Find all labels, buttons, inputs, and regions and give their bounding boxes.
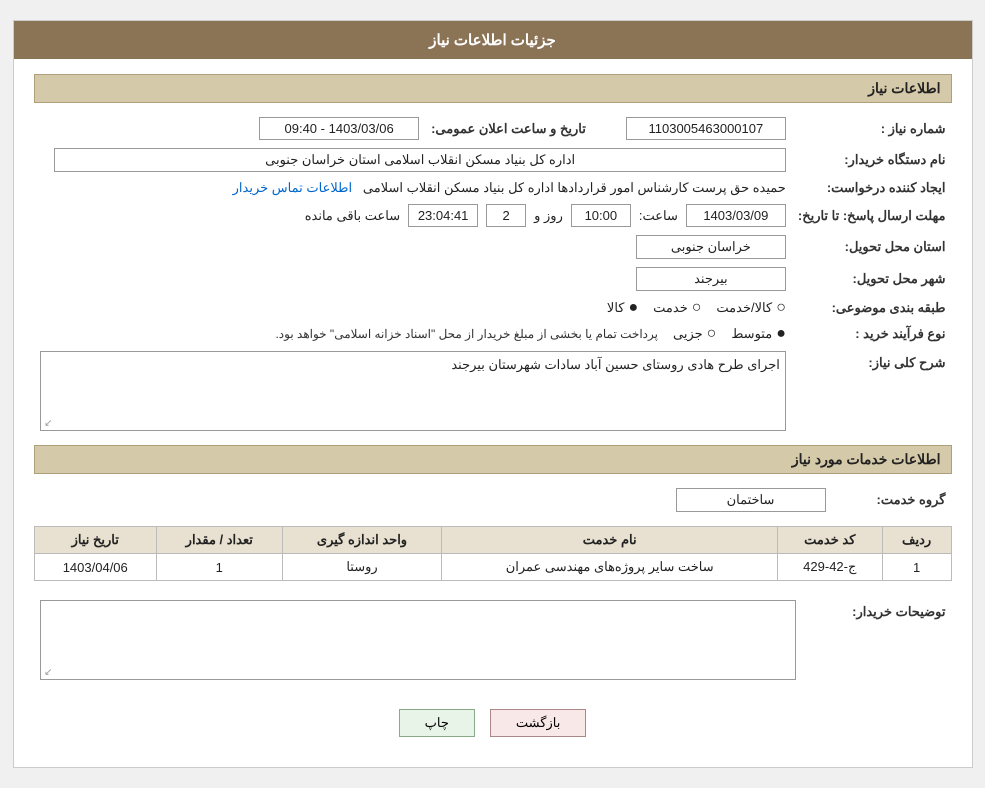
- purchase-type-label: نوع فرآیند خرید :: [792, 321, 952, 347]
- deadline-time-label: ساعت:: [639, 208, 678, 224]
- deadline-day: 2: [486, 204, 526, 227]
- deadline-time: 10:00: [571, 204, 631, 227]
- description-value: اجرای طرح هادی روستای حسین آباد سادات شه…: [451, 357, 780, 372]
- city-value: بیرجند: [636, 267, 786, 291]
- resize-handle-2: ↙: [43, 667, 53, 677]
- purchase-option-jozi[interactable]: ○ جزیی: [673, 325, 716, 343]
- deadline-date: 1403/03/09: [686, 204, 786, 227]
- col-header-name: نام خدمت: [442, 527, 777, 554]
- purchase-note: پرداخت تمام یا بخشی از مبلغ خریدار از مح…: [275, 327, 658, 341]
- creator-label: ایجاد کننده درخواست:: [792, 176, 952, 200]
- province-value: خراسان جنوبی: [636, 235, 786, 259]
- deadline-day-label: روز و: [534, 208, 563, 224]
- purchase-type-radio-group: ● متوسط ○ جزیی پرداخت تمام یا بخشی از مب…: [40, 325, 786, 343]
- print-button[interactable]: چاپ: [399, 709, 475, 737]
- col-header-row: ردیف: [882, 527, 951, 554]
- cell-date-0: 1403/04/06: [34, 554, 156, 581]
- category-radio-group: ○ کالا/خدمت ○ خدمت ● کالا: [40, 299, 786, 317]
- announce-value: 1403/03/06 - 09:40: [259, 117, 419, 140]
- back-button[interactable]: بازگشت: [490, 709, 586, 737]
- services-table: ردیف کد خدمت نام خدمت واحد اندازه گیری ت…: [34, 526, 952, 581]
- cell-name-0: ساخت سایر پروژه‌های مهندسی عمران: [442, 554, 777, 581]
- service-group-label: گروه خدمت:: [832, 484, 952, 516]
- cell-quantity-0: 1: [156, 554, 282, 581]
- description-label: شرح کلی نیاز:: [792, 347, 952, 435]
- page-title: جزئیات اطلاعات نیاز: [14, 21, 972, 59]
- col-header-quantity: تعداد / مقدار: [156, 527, 282, 554]
- purchase-option-motavaset[interactable]: ● متوسط: [731, 325, 786, 343]
- announce-label: تاریخ و ساعت اعلان عمومی:: [425, 113, 592, 144]
- button-row: بازگشت چاپ: [34, 694, 952, 752]
- buyer-desc-label: توضیحات خریدار:: [802, 596, 952, 684]
- cell-unit-0: روستا: [282, 554, 442, 581]
- description-box: اجرای طرح هادی روستای حسین آباد سادات شه…: [40, 351, 786, 431]
- category-option-kala[interactable]: ● کالا: [607, 299, 638, 317]
- deadline-remaining-label: ساعت باقی مانده: [305, 208, 400, 224]
- category-option-khadamat[interactable]: ○ خدمت: [653, 299, 701, 317]
- col-header-unit: واحد اندازه گیری: [282, 527, 442, 554]
- deadline-remaining: 23:04:41: [408, 204, 478, 227]
- category-option-kala-khadamat[interactable]: ○ کالا/خدمت: [716, 299, 785, 317]
- category-label: طبقه بندی موضوعی:: [792, 295, 952, 321]
- need-number-value: 1103005463000107: [626, 117, 786, 140]
- col-header-code: کد خدمت: [777, 527, 882, 554]
- need-number-label: شماره نیاز :: [792, 113, 952, 144]
- col-header-date: تاریخ نیاز: [34, 527, 156, 554]
- section1-header: اطلاعات نیاز: [34, 74, 952, 103]
- resize-handle: ↙: [43, 418, 53, 428]
- cell-code-0: ج-42-429: [777, 554, 882, 581]
- buyer-description-box: ↙: [40, 600, 796, 680]
- section2-header: اطلاعات خدمات مورد نیاز: [34, 445, 952, 474]
- contact-link[interactable]: اطلاعات تماس خریدار: [233, 180, 352, 195]
- deadline-label: مهلت ارسال پاسخ: تا تاریخ:: [792, 200, 952, 231]
- buyer-label: نام دستگاه خریدار:: [792, 144, 952, 176]
- creator-value: حمیده حق پرست کارشناس امور قراردادها ادا…: [363, 180, 786, 195]
- province-label: استان محل تحویل:: [792, 231, 952, 263]
- service-group-value: ساختمان: [676, 488, 826, 512]
- table-row: 1 ج-42-429 ساخت سایر پروژه‌های مهندسی عم…: [34, 554, 951, 581]
- cell-row-0: 1: [882, 554, 951, 581]
- buyer-value: اداره کل بنیاد مسکن انقلاب اسلامی استان …: [54, 148, 785, 172]
- city-label: شهر محل تحویل:: [792, 263, 952, 295]
